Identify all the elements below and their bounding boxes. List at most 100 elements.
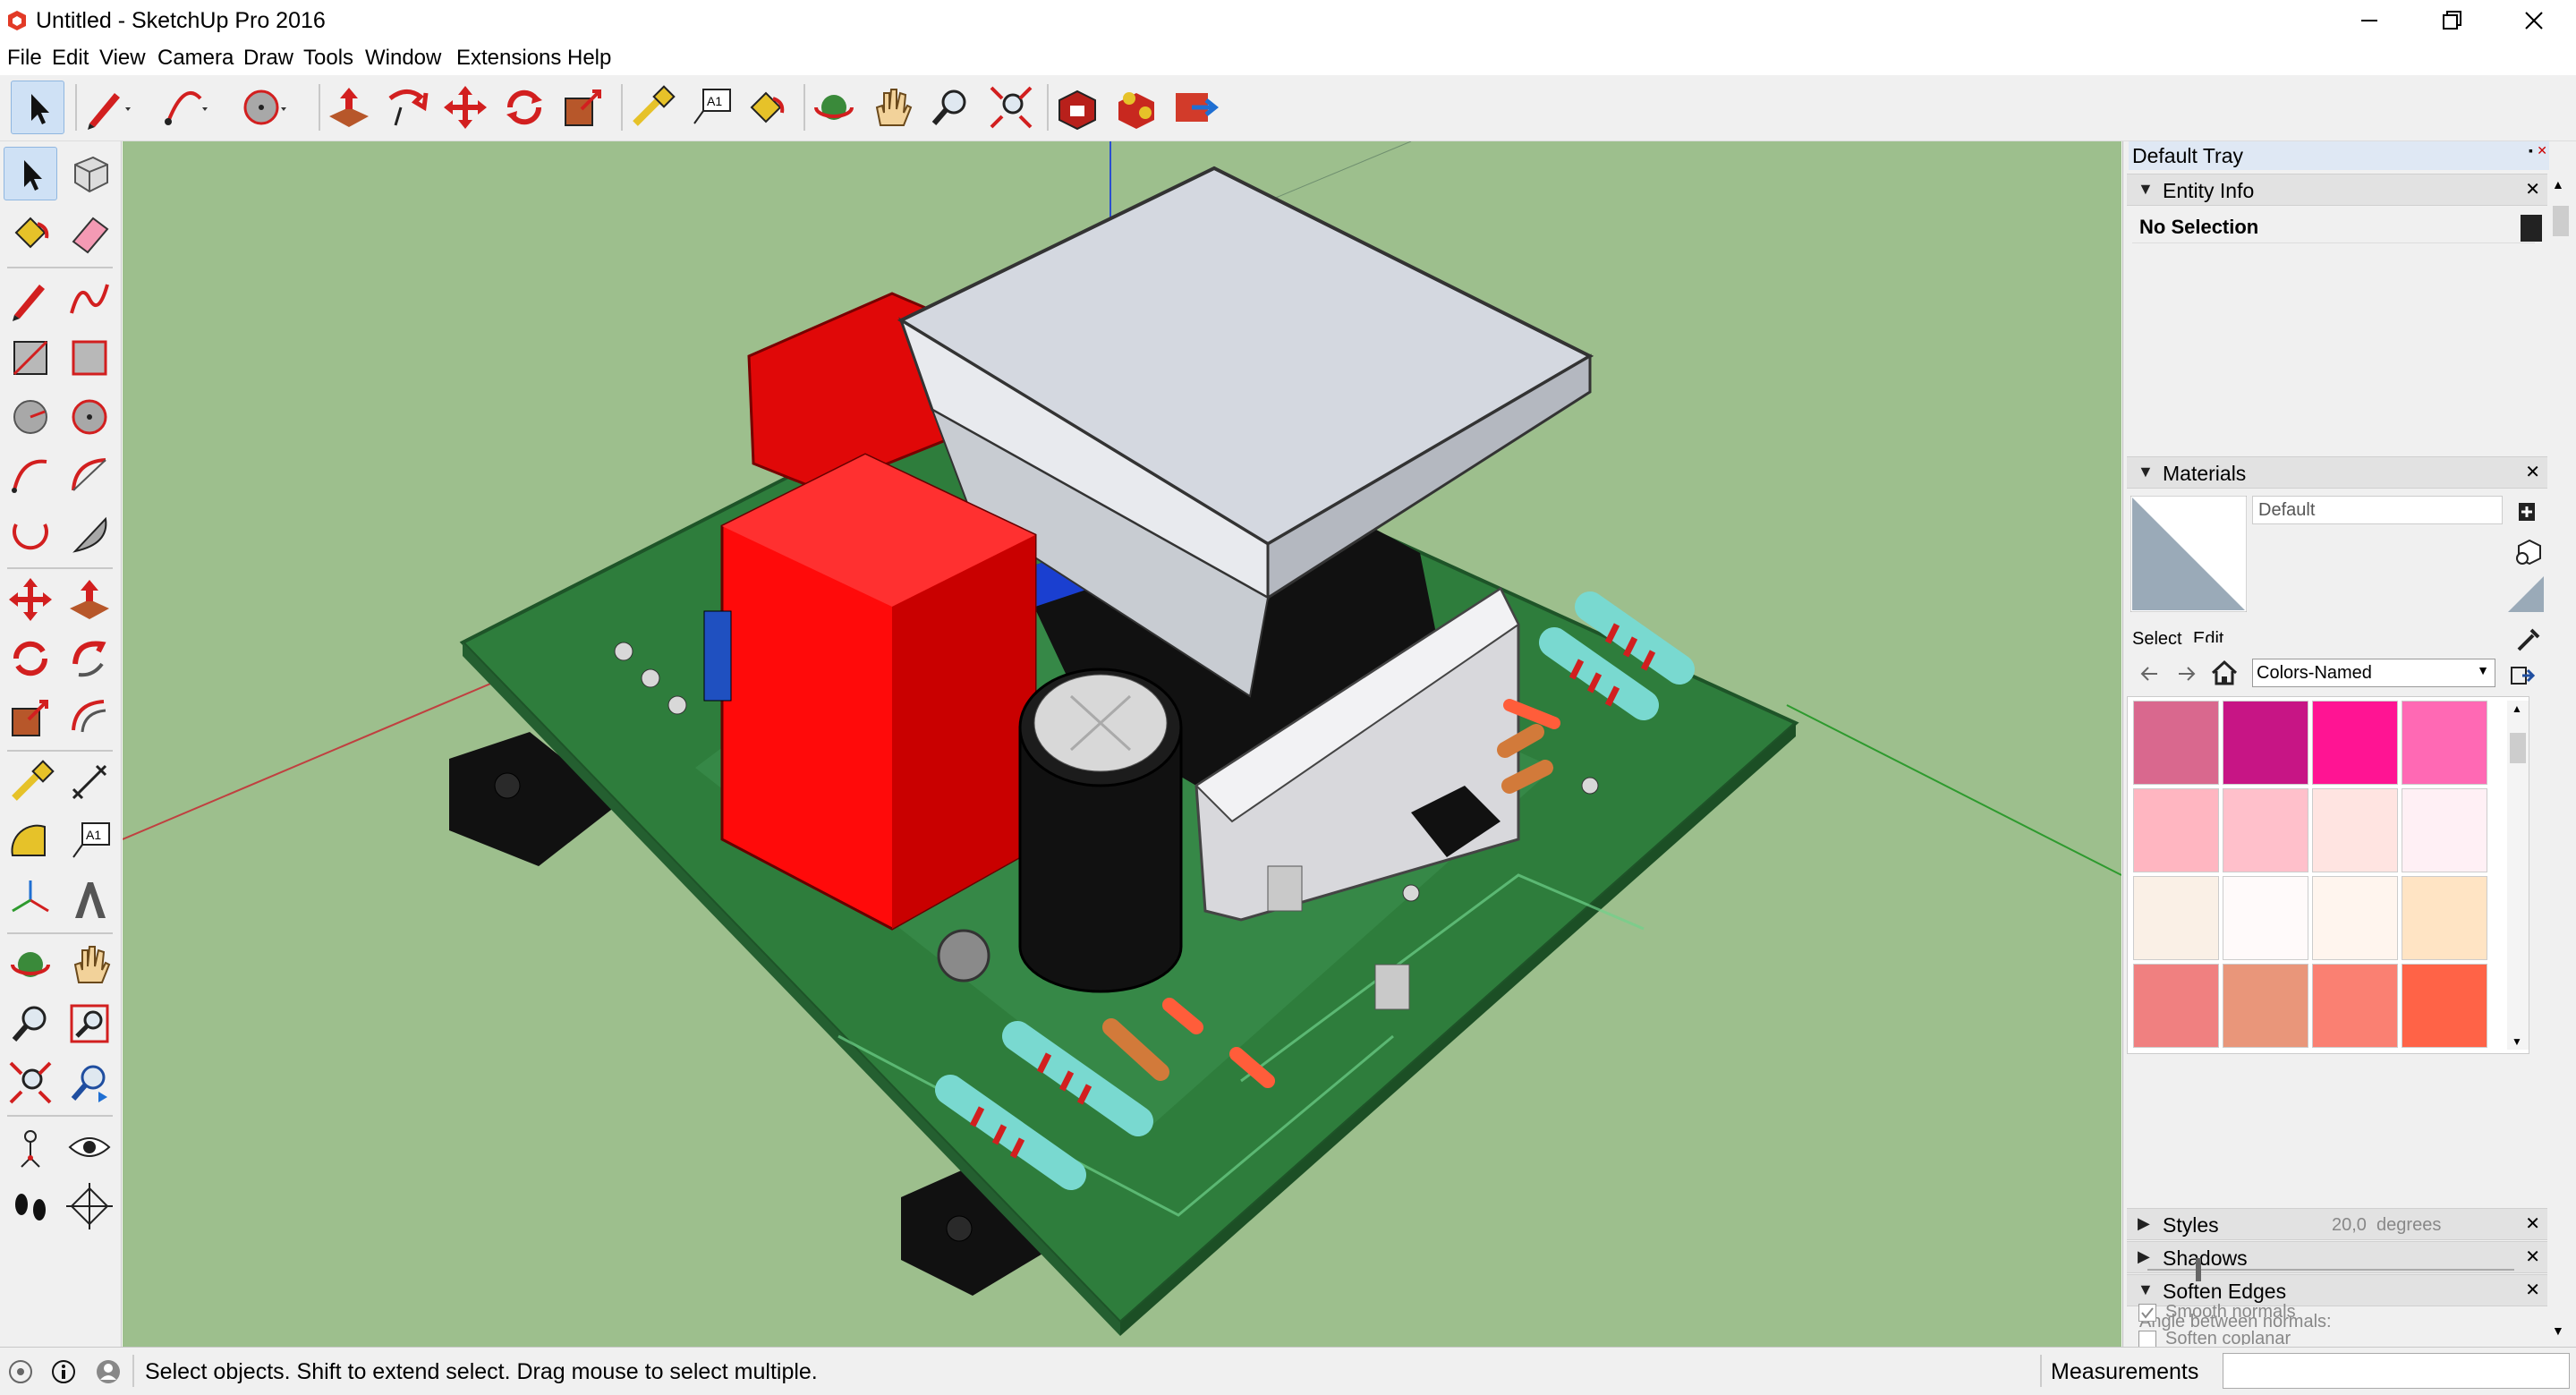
materials-tab-select[interactable]: Select — [2132, 628, 2182, 650]
scroll-up-icon[interactable]: ▲ — [2512, 702, 2522, 715]
position-camera-button[interactable] — [4, 1120, 57, 1174]
close-tray-icon[interactable]: ✕ — [2537, 143, 2547, 158]
follow-me-button[interactable] — [379, 81, 433, 134]
tape-measure-button-left[interactable] — [4, 755, 57, 809]
forward-arrow-icon[interactable] — [2173, 660, 2200, 687]
3d-warehouse-button[interactable] — [1050, 81, 1104, 134]
swatch[interactable] — [2402, 876, 2487, 960]
scroll-thumb[interactable] — [2553, 206, 2569, 236]
details-arrow-icon[interactable] — [2508, 662, 2537, 689]
menu-help[interactable]: Help — [567, 45, 611, 72]
line-tool-button-left[interactable] — [4, 272, 57, 326]
scroll-down-icon[interactable]: ▼ — [2512, 1035, 2522, 1048]
text-tool-button[interactable]: A1 — [684, 81, 737, 134]
swatch[interactable] — [2402, 701, 2487, 785]
minimize-button[interactable] — [2328, 0, 2410, 41]
scale-tool-button[interactable] — [557, 81, 610, 134]
push-pull-button[interactable] — [322, 81, 376, 134]
scale-button-left[interactable] — [4, 691, 57, 744]
orbit-button[interactable] — [807, 81, 861, 134]
move-tool-button[interactable] — [438, 81, 492, 134]
swatch[interactable] — [2133, 964, 2219, 1048]
scroll-up-icon[interactable]: ▲ — [2552, 177, 2564, 191]
walk-button[interactable] — [4, 1179, 57, 1233]
extension-warehouse-button[interactable] — [1109, 81, 1163, 134]
material-name-field[interactable]: Default — [2252, 496, 2503, 524]
protractor-button[interactable] — [4, 814, 57, 868]
previous-view-button[interactable] — [63, 1056, 116, 1110]
menu-view[interactable]: View — [99, 45, 146, 72]
3d-text-button[interactable] — [63, 873, 116, 927]
arc-tool-button[interactable] — [157, 81, 211, 134]
circle-tool-button[interactable] — [236, 81, 290, 134]
share-model-button[interactable] — [1169, 81, 1222, 134]
close-panel-icon[interactable]: ✕ — [2525, 1279, 2540, 1301]
swatch[interactable] — [2312, 876, 2398, 960]
freehand-button[interactable] — [63, 272, 116, 326]
swatch[interactable] — [2133, 788, 2219, 872]
pin-icon[interactable]: ▪ — [2529, 143, 2533, 157]
rectangle-button[interactable] — [4, 331, 57, 385]
restore-button[interactable] — [2410, 0, 2493, 41]
back-arrow-icon[interactable] — [2136, 660, 2163, 687]
paint-bucket-button-left[interactable] — [4, 206, 57, 259]
swatch[interactable] — [2312, 788, 2398, 872]
menu-window[interactable]: Window — [365, 45, 441, 72]
menu-draw[interactable]: Draw — [243, 45, 293, 72]
entity-info-header[interactable]: ▼ Entity Info ✕ — [2127, 174, 2547, 206]
select-tool-button[interactable] — [11, 81, 64, 134]
pan-button-left[interactable] — [63, 938, 116, 991]
close-panel-icon[interactable]: ✕ — [2525, 1246, 2540, 1268]
polygon-button[interactable] — [63, 390, 116, 444]
smooth-normals-checkbox[interactable] — [2138, 1304, 2156, 1322]
create-material-icon[interactable] — [2513, 498, 2540, 524]
swatch[interactable] — [2223, 701, 2308, 785]
swatch[interactable] — [2402, 964, 2487, 1048]
home-icon[interactable] — [2209, 657, 2240, 687]
angle-slider-thumb[interactable] — [2196, 1258, 2201, 1281]
materials-header[interactable]: ▼ Materials ✕ — [2127, 456, 2547, 489]
geo-location-icon[interactable] — [7, 1358, 34, 1385]
swatch[interactable] — [2223, 788, 2308, 872]
offset-button[interactable] — [63, 691, 116, 744]
zoom-extents-button-left[interactable] — [4, 1056, 57, 1110]
look-around-button[interactable] — [63, 1120, 116, 1174]
circle-button-left[interactable] — [4, 390, 57, 444]
info-icon[interactable] — [50, 1358, 77, 1385]
close-panel-icon[interactable]: ✕ — [2525, 461, 2540, 483]
text-button-left[interactable]: A1 — [63, 814, 116, 868]
zoom-window-button[interactable] — [63, 997, 116, 1051]
paint-bucket-button[interactable] — [739, 81, 793, 134]
tape-measure-button[interactable] — [625, 81, 678, 134]
eyedropper-icon[interactable] — [2513, 623, 2544, 653]
swatch[interactable] — [2133, 876, 2219, 960]
three-point-arc-button[interactable] — [4, 508, 57, 562]
close-panel-icon[interactable]: ✕ — [2525, 1212, 2540, 1235]
swatch[interactable] — [2402, 788, 2487, 872]
paint-cube-icon[interactable] — [2513, 535, 2544, 566]
swatch[interactable] — [2133, 701, 2219, 785]
menu-extensions[interactable]: Extensions — [456, 45, 561, 72]
scroll-thumb[interactable] — [2510, 733, 2526, 763]
dimension-button[interactable] — [63, 755, 116, 809]
menu-file[interactable]: File — [7, 45, 42, 72]
materials-tab-edit[interactable]: Edit — [2193, 628, 2223, 642]
close-panel-icon[interactable]: ✕ — [2525, 178, 2540, 200]
menu-edit[interactable]: Edit — [52, 45, 89, 72]
section-plane-button[interactable] — [63, 1179, 116, 1233]
material-library-select[interactable]: Colors-Named ▼ — [2252, 659, 2495, 687]
model-viewport[interactable] — [123, 141, 2121, 1347]
zoom-button-left[interactable] — [4, 997, 57, 1051]
soften-coplanar-checkbox[interactable] — [2138, 1331, 2156, 1348]
push-pull-button-left[interactable] — [63, 573, 116, 626]
swatch[interactable] — [2312, 701, 2398, 785]
zoom-extents-button[interactable] — [984, 81, 1038, 134]
eraser-button[interactable] — [63, 206, 116, 259]
scroll-down-icon[interactable]: ▼ — [2552, 1323, 2564, 1338]
zoom-button[interactable] — [923, 81, 977, 134]
rotate-button-left[interactable] — [4, 632, 57, 685]
angle-slider-track[interactable] — [2147, 1269, 2514, 1271]
pan-button[interactable] — [864, 81, 918, 134]
tray-scrollbar[interactable]: ▲ ▼ — [2549, 174, 2572, 1341]
menu-camera[interactable]: Camera — [157, 45, 234, 72]
